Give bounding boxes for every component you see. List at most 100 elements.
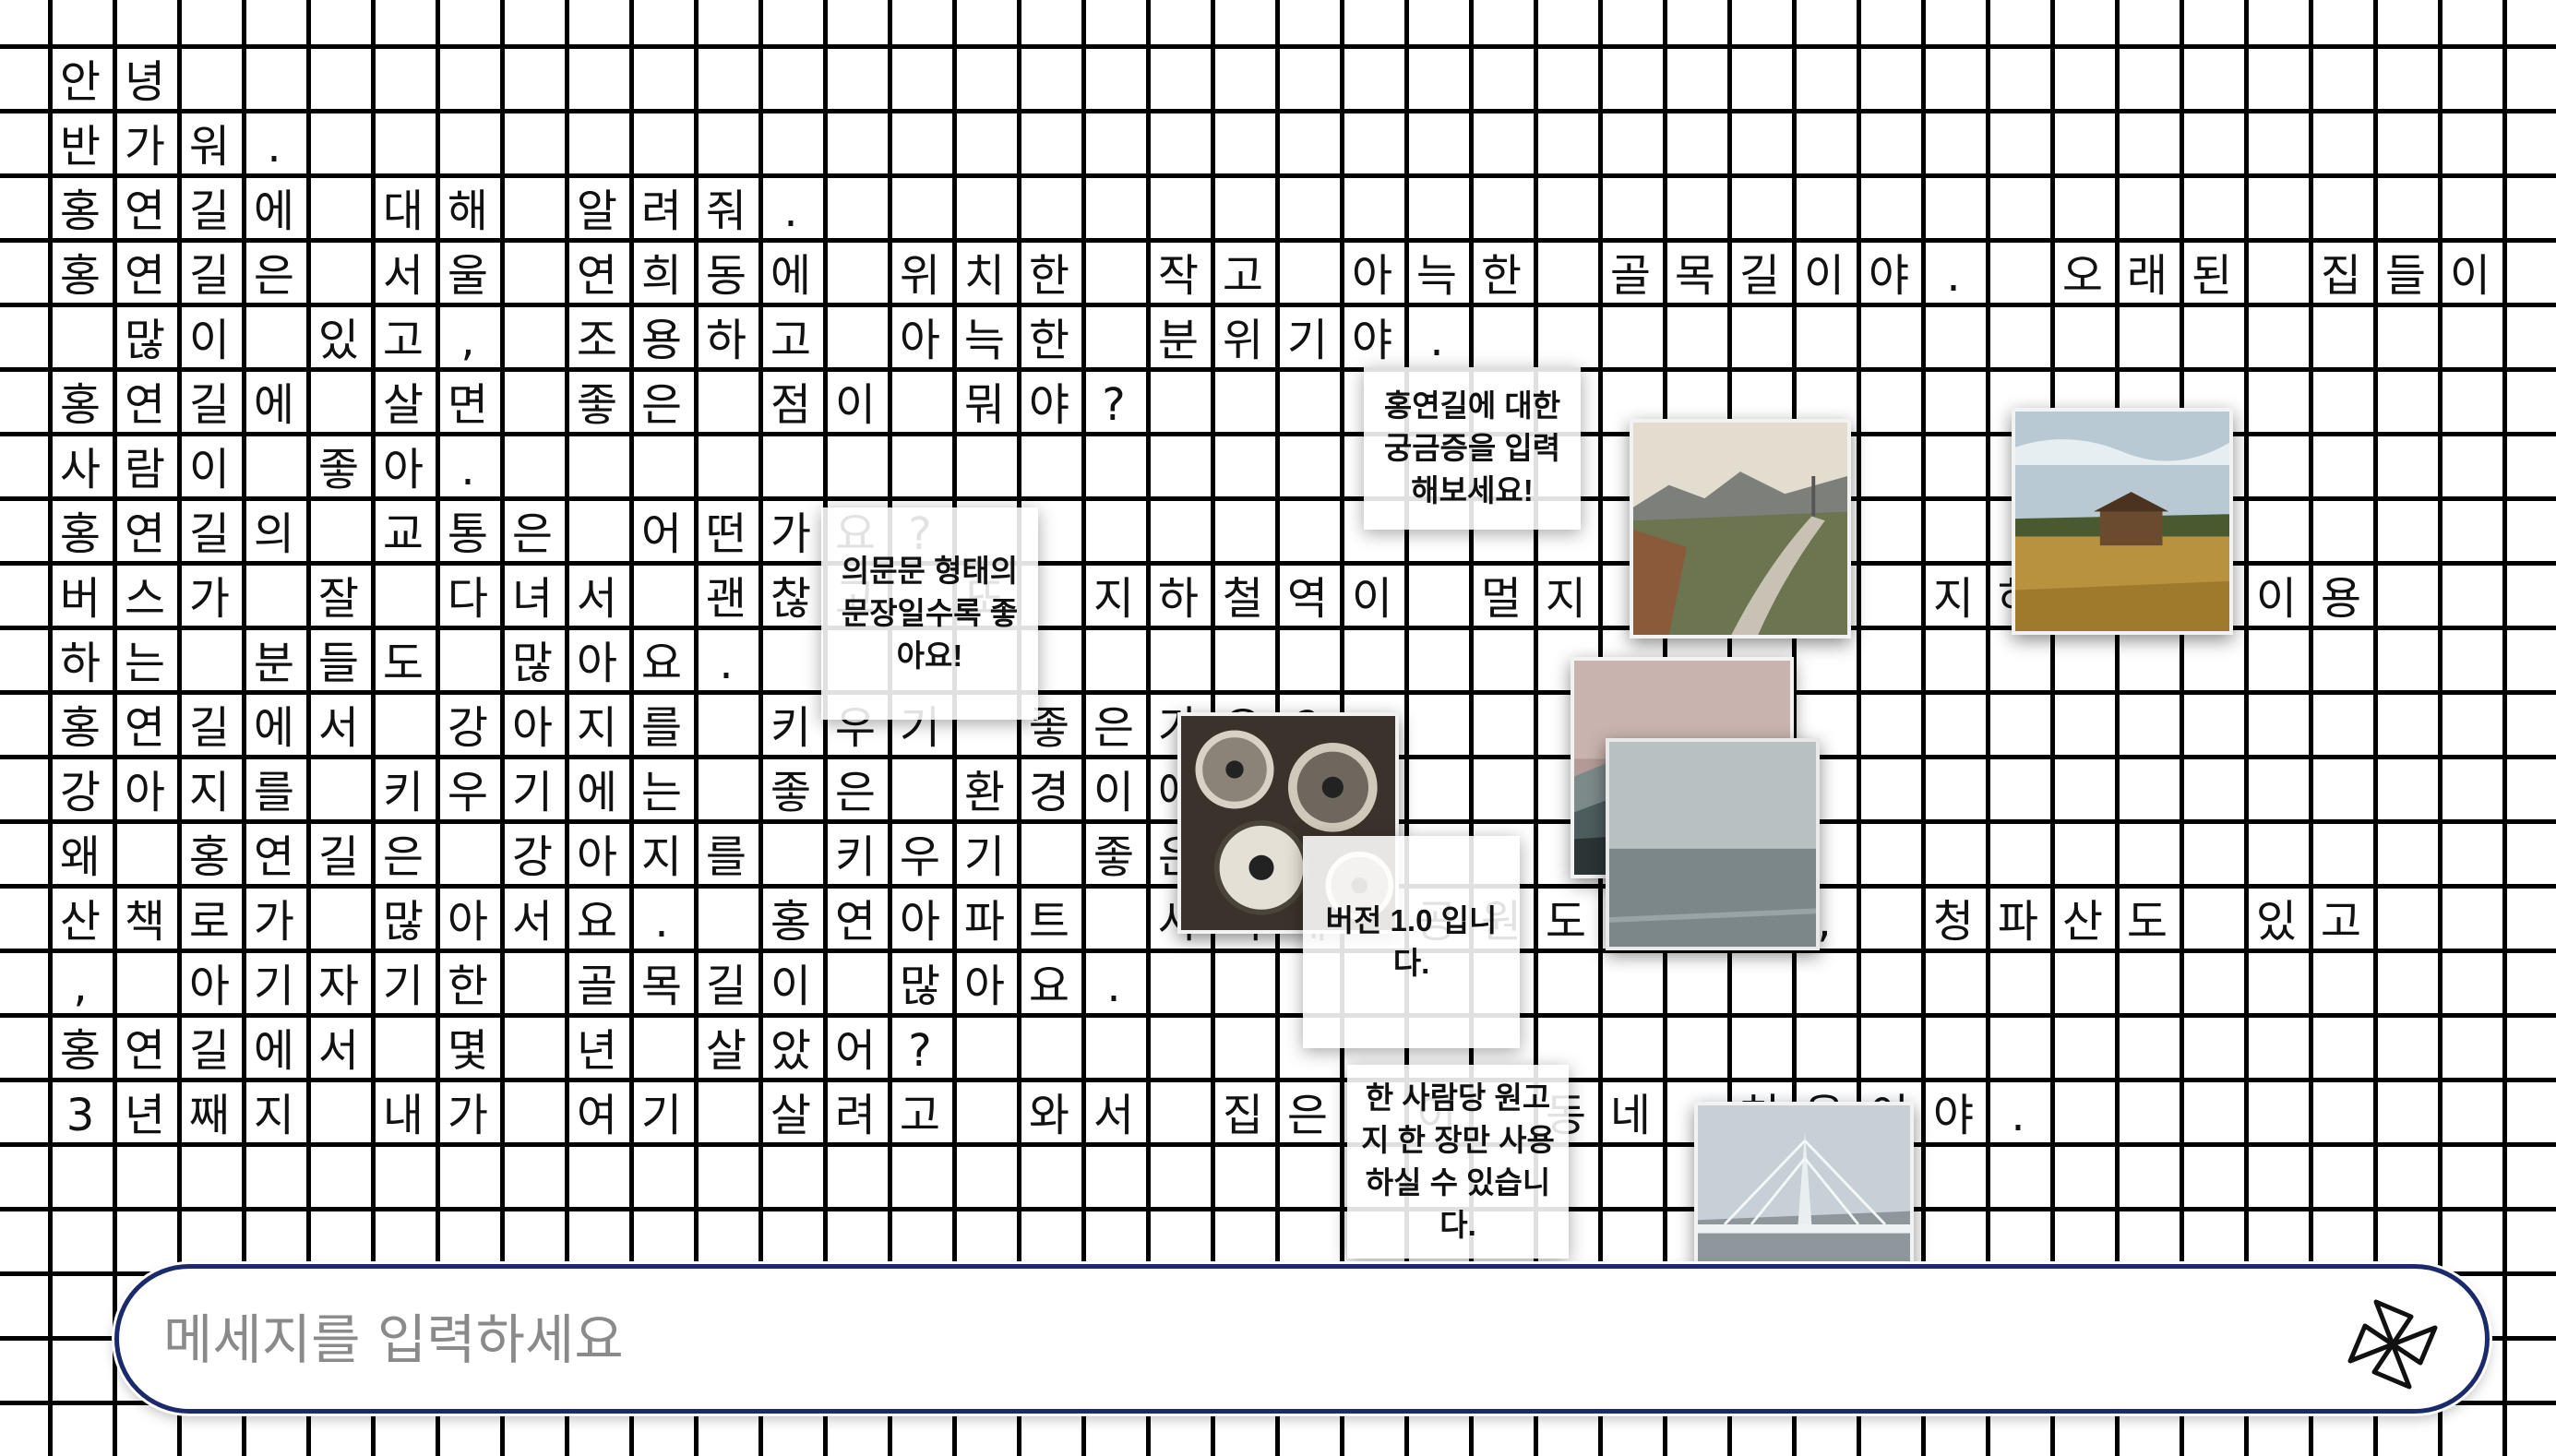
transcript-char xyxy=(1986,243,2050,307)
transcript-char: 많 xyxy=(382,896,424,948)
transcript-char xyxy=(694,759,758,824)
transcript-char: 연 xyxy=(124,508,166,560)
transcript-char xyxy=(177,630,242,695)
note-usage-limit-text: 한 사람당 원고지 한 장만 사용하실 수 있습니다. xyxy=(1361,1080,1555,1242)
transcript-char: 사 xyxy=(59,444,102,495)
transcript-char: 은 xyxy=(1093,702,1135,754)
transcript-char xyxy=(306,1082,371,1147)
transcript-char: 키 xyxy=(834,831,877,883)
transcript-char: 위 xyxy=(1222,315,1264,366)
transcript-char: 된 xyxy=(2191,250,2233,302)
transcript-char: 지 xyxy=(1545,573,1587,625)
transcript-char: 홍 xyxy=(59,1025,102,1077)
mountain-road-icon xyxy=(1633,423,1847,635)
transcript-char: 홍 xyxy=(59,379,102,431)
transcript-char: 들 xyxy=(317,638,360,689)
transcript-char: 목 xyxy=(1674,250,1716,302)
transcript-char xyxy=(694,372,758,436)
transcript-char: 년 xyxy=(124,1090,166,1141)
transcript-char: 은 xyxy=(382,831,424,883)
transcript-char: 고 xyxy=(382,315,424,366)
transcript-char: 길 xyxy=(188,508,231,560)
transcript-char: 길 xyxy=(705,961,747,1012)
transcript-char: 살 xyxy=(382,379,424,431)
transcript-char: 길 xyxy=(317,831,360,883)
transcript-char: 려 xyxy=(834,1090,877,1141)
transcript-char: 아 xyxy=(1351,250,1393,302)
transcript-char: 는 xyxy=(640,767,683,818)
message-input[interactable] xyxy=(161,1295,2287,1385)
transcript-char: 산 xyxy=(59,896,102,948)
transcript-char: 분 xyxy=(1157,315,1200,366)
transcript-char: 아 xyxy=(899,315,941,366)
transcript-char: 아 xyxy=(576,831,618,883)
transcript-char: 역 xyxy=(1286,573,1329,625)
transcript-char: 에 xyxy=(576,767,618,818)
photo-lake xyxy=(1606,738,1820,950)
transcript-char: 길 xyxy=(1738,250,1781,302)
transcript-char: 많 xyxy=(511,638,554,689)
transcript-char xyxy=(500,178,565,243)
transcript-char xyxy=(1275,243,1340,307)
transcript-char: 로 xyxy=(188,896,231,948)
transcript-char: 희 xyxy=(640,250,683,302)
transcript-char: 한 xyxy=(447,961,489,1012)
transcript-char xyxy=(436,824,500,889)
transcript-char: 년 xyxy=(576,1025,618,1077)
transcript-char: 길 xyxy=(188,1025,231,1077)
transcript-char xyxy=(694,1082,758,1147)
note-question-form: 의문문 형태의 문장일수록 좋아요! xyxy=(821,507,1038,720)
transcript-char: 와 xyxy=(1028,1090,1070,1141)
transcript-char: 있 xyxy=(317,315,360,366)
transcript-char: 아 xyxy=(576,638,618,689)
transcript-char: 은 xyxy=(511,508,554,560)
photo-mountain-road xyxy=(1630,419,1851,638)
transcript-char xyxy=(242,566,306,630)
transcript-char xyxy=(888,372,952,436)
transcript-char: 파 xyxy=(1997,896,2039,948)
transcript-char: 강 xyxy=(59,767,102,818)
transcript-char: 를 xyxy=(705,831,747,883)
transcript-char: 내 xyxy=(382,1090,424,1141)
field-house-icon xyxy=(2015,412,2229,631)
transcript-char: 아 xyxy=(511,702,554,754)
transcript-char xyxy=(306,889,371,953)
transcript-char: 살 xyxy=(705,1025,747,1077)
transcript-char: 녀 xyxy=(511,573,554,625)
transcript-char: 가 xyxy=(770,508,812,560)
transcript-char: 경 xyxy=(1028,767,1070,818)
transcript-char: 우 xyxy=(899,831,941,883)
transcript-char xyxy=(500,1018,565,1082)
transcript-char xyxy=(2244,243,2309,307)
transcript-char: 은 xyxy=(640,379,683,431)
transcript-char: 고 xyxy=(770,315,812,366)
note-version-text: 버전 1.0 입니다. xyxy=(1325,903,1498,980)
pinwheel-send-icon[interactable] xyxy=(2337,1289,2448,1400)
transcript-char: 이 xyxy=(1093,767,1135,818)
transcript-char: 지 xyxy=(188,767,231,818)
transcript-char: 동 xyxy=(705,250,747,302)
transcript-char: 기 xyxy=(253,961,295,1012)
transcript-char: 아 xyxy=(447,896,489,948)
transcript-char: 울 xyxy=(447,250,489,302)
transcript-char: 연 xyxy=(124,185,166,237)
transcript-char: 서 xyxy=(511,896,554,948)
transcript-char: 하 xyxy=(1157,573,1200,625)
transcript-char xyxy=(371,566,436,630)
transcript-char: 키 xyxy=(382,767,424,818)
transcript-char xyxy=(888,759,952,824)
transcript-char: 았 xyxy=(770,1025,812,1077)
transcript-char xyxy=(823,307,888,372)
transcript-char: . xyxy=(267,121,281,173)
transcript-char: 통 xyxy=(447,508,489,560)
transcript-char: 반 xyxy=(59,121,102,173)
transcript-char xyxy=(306,243,371,307)
transcript-char: 연 xyxy=(253,831,295,883)
transcript-char xyxy=(1146,1082,1211,1147)
transcript-char: 위 xyxy=(899,250,941,302)
transcript-char: 연 xyxy=(834,896,877,948)
transcript-char: . xyxy=(2011,1090,2025,1141)
transcript-char: 알 xyxy=(576,185,618,237)
transcript-char: 골 xyxy=(576,961,618,1012)
transcript-char: 아 xyxy=(899,896,941,948)
